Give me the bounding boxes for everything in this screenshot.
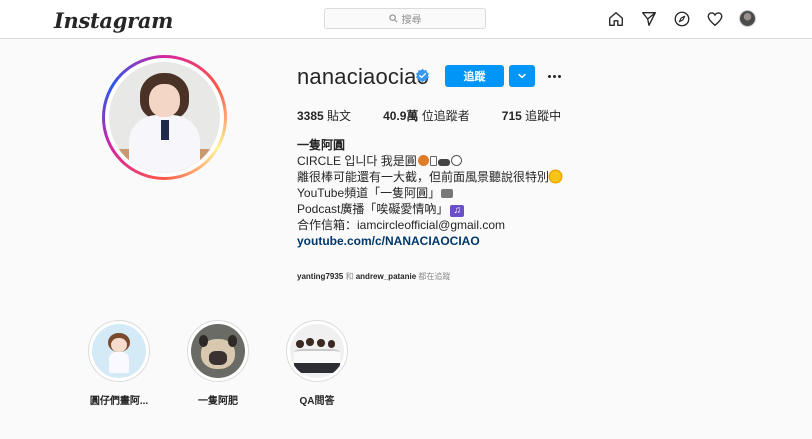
profile-picture[interactable] xyxy=(102,55,227,180)
profile-bio: 一隻阿圓 CIRCLE 입니다 我是圓 離很棒可能還有一大截，但前面風景聽說很特… xyxy=(297,137,562,249)
heart-icon[interactable] xyxy=(705,9,724,28)
explore-compass-icon[interactable] xyxy=(672,9,691,28)
game-controller-icon xyxy=(437,159,450,166)
highlight-label: 一隻阿肥 xyxy=(198,396,238,407)
top-navigation-bar: Instagram 搜尋 xyxy=(0,0,812,39)
bio-line: YouTube頻道「一隻阿圓」 xyxy=(297,185,561,201)
bio-line: CIRCLE 입니다 我是圓 xyxy=(297,153,561,169)
sun-icon xyxy=(550,171,562,182)
chestnut-icon xyxy=(417,155,429,166)
search-input[interactable]: 搜尋 xyxy=(324,8,486,29)
bio-line: 合作信箱：iamcircleofficial@gmail.com xyxy=(297,218,505,232)
direct-send-icon[interactable] xyxy=(639,9,658,28)
highlight-label: 圓仔們畫阿... xyxy=(89,396,149,407)
highlight-label: QA問答 xyxy=(299,396,335,407)
highlight-cover xyxy=(191,324,245,378)
instagram-logo[interactable]: Instagram xyxy=(54,8,173,33)
bio-line: 離很棒可能還有一大截，但前面風景聽說很特別 xyxy=(297,169,562,185)
story-highlight[interactable]: 一隻阿肥 xyxy=(186,320,250,407)
home-icon[interactable] xyxy=(606,9,625,28)
profile-photo xyxy=(109,62,220,173)
search-placeholder: 搜尋 xyxy=(401,15,422,26)
profile-full-name: 一隻阿圓 xyxy=(297,138,346,152)
profile-username: nanaciaociao xyxy=(297,64,430,89)
highlight-cover xyxy=(290,324,344,378)
box-icon xyxy=(429,156,437,166)
music-note-icon: ♫ xyxy=(450,205,465,217)
follow-button[interactable]: 追蹤 xyxy=(445,65,504,87)
posts-count: 3385 貼文 xyxy=(297,109,352,123)
avatar xyxy=(739,10,756,27)
magnifier-icon xyxy=(450,155,462,166)
profile-stats: 3385 貼文 40.9萬 位追蹤者 715 追蹤中 xyxy=(297,107,593,124)
bio-website-link[interactable]: youtube.com/c/NANACIAOCIAO xyxy=(297,233,561,249)
profile-avatar[interactable] xyxy=(738,9,757,28)
verified-badge-icon xyxy=(415,68,430,83)
search-icon xyxy=(388,14,397,23)
followers-count[interactable]: 40.9萬 位追蹤者 xyxy=(383,107,470,124)
following-count[interactable]: 715 追蹤中 xyxy=(502,107,561,124)
story-highlight[interactable]: QA問答 xyxy=(285,320,349,407)
suggested-accounts-button[interactable] xyxy=(509,65,535,87)
chevron-down-icon xyxy=(518,73,526,79)
bio-line: Podcast廣播「唉礙愛情吶」 ♫ xyxy=(297,201,561,217)
more-options-icon[interactable] xyxy=(545,70,563,82)
nav-icons xyxy=(606,9,757,28)
followed-by[interactable]: yanting7935 和 andrew_patanie 都在追蹤 xyxy=(297,271,450,282)
story-highlight[interactable]: 圓仔們畫阿... xyxy=(87,320,151,407)
highlight-cover xyxy=(92,324,146,378)
television-icon xyxy=(441,189,454,198)
